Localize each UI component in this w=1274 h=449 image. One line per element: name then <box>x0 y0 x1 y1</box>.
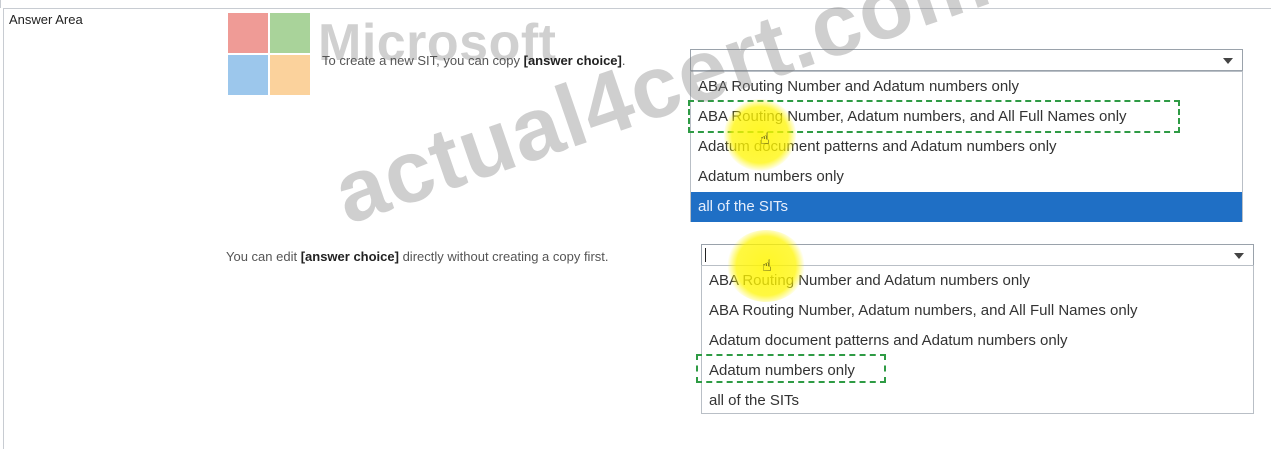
dropdown-arrow-icon[interactable] <box>1223 58 1233 64</box>
question-1-option-highlighted[interactable]: all of the SITs <box>691 192 1242 222</box>
hand-cursor-icon: ☝ <box>760 131 770 148</box>
microsoft-logo-icon <box>228 13 310 95</box>
text-caret <box>705 248 706 262</box>
dropdown-arrow-icon[interactable] <box>1234 253 1244 259</box>
top-border-stub <box>0 0 5 8</box>
question-2-option[interactable]: ABA Routing Number, Adatum numbers, and … <box>702 296 1253 326</box>
hand-cursor-icon: ☝ <box>762 258 772 275</box>
answer-area-label: Answer Area <box>9 12 83 27</box>
question-2-option[interactable]: all of the SITs <box>702 386 1253 416</box>
question-2-statement: You can edit [answer choice] directly wi… <box>226 249 609 264</box>
question-2-answer-marker <box>696 354 886 383</box>
question-2-option[interactable]: Adatum document patterns and Adatum numb… <box>702 326 1253 356</box>
